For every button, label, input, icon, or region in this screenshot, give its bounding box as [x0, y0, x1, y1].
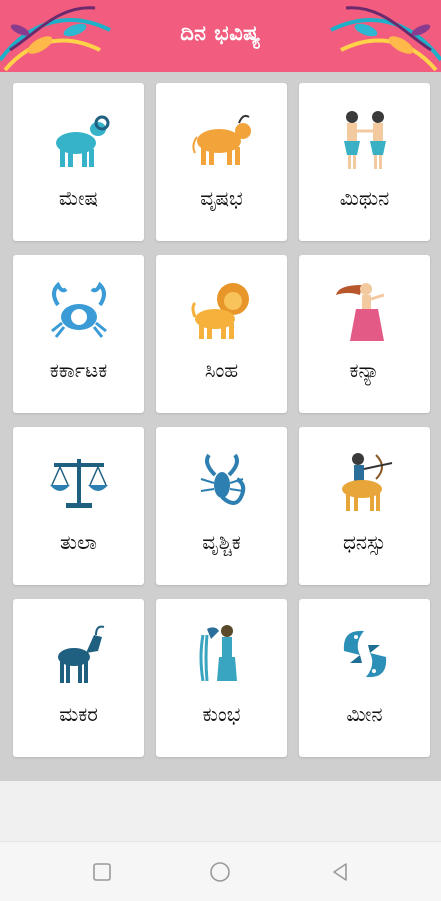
- zodiac-label: ಮೇಷ: [58, 186, 99, 210]
- zodiac-label: ವೃಶ್ಚಿಕ: [202, 530, 241, 554]
- zodiac-card-pisces[interactable]: ಮೀನ: [299, 599, 430, 757]
- zodiac-card-virgo[interactable]: ಕನ್ಯಾ: [299, 255, 430, 413]
- square-icon[interactable]: [90, 860, 114, 884]
- zodiac-card-scorpio[interactable]: ವೃಶ್ಚಿಕ: [156, 427, 287, 585]
- twins-icon: [344, 111, 386, 169]
- zodiac-card-leo[interactable]: ಸಿಂಹ: [156, 255, 287, 413]
- zodiac-label: ತುಲಾ: [60, 530, 97, 554]
- lion-icon: [191, 283, 249, 339]
- scorpion-icon: [200, 453, 246, 505]
- zodiac-grid: ಮೇಷ ವೃಷಭ ಮಿಥುನ ಕರ್ಕಾಟಕ ಸಿಂಹ ಕನ್ಯಾ ತುಲಾ ವ…: [0, 72, 441, 781]
- zodiac-card-libra[interactable]: ತುಲಾ: [13, 427, 144, 585]
- triangle-back-icon[interactable]: [328, 860, 352, 884]
- zodiac-label: ಕನ್ಯಾ: [349, 358, 380, 382]
- page-title: ದಿನ ಭವಿಷ್ಯ: [180, 21, 261, 45]
- zodiac-card-aries[interactable]: ಮೇಷ: [13, 83, 144, 241]
- zodiac-label: ವೃಷಭ: [200, 186, 243, 210]
- goat-icon: [58, 625, 105, 683]
- zodiac-label: ಧನಸ್ಸು: [343, 530, 386, 554]
- zodiac-card-sagittarius[interactable]: ಧನಸ್ಸು: [299, 427, 430, 585]
- maiden-icon: [336, 283, 385, 341]
- archer-icon: [342, 453, 393, 511]
- zodiac-card-aquarius[interactable]: ಕುಂಭ: [156, 599, 287, 757]
- scales-icon: [50, 459, 108, 508]
- zodiac-label: ಮಿಥುನ: [339, 186, 390, 210]
- zodiac-label: ಮಕರ: [59, 702, 98, 726]
- zodiac-label: ಮೀನ: [346, 702, 383, 726]
- bottom-spacer: [0, 781, 441, 841]
- zodiac-label: ಕುಂಭ: [202, 702, 241, 726]
- system-nav-bar: [0, 841, 441, 901]
- zodiac-card-gemini[interactable]: ಮಿಥುನ: [299, 83, 430, 241]
- zodiac-card-capricorn[interactable]: ಮಕರ: [13, 599, 144, 757]
- app-header: ದಿನ ಭವಿಷ್ಯ: [0, 0, 441, 72]
- zodiac-label: ಸಿಂಹ: [204, 358, 239, 382]
- zodiac-card-cancer[interactable]: ಕರ್ಕಾಟಕ: [13, 255, 144, 413]
- bull-icon: [192, 114, 251, 165]
- fish-icon: [343, 630, 387, 678]
- ram-icon: [56, 115, 110, 167]
- crab-icon: [51, 281, 107, 338]
- circle-icon[interactable]: [208, 860, 232, 884]
- zodiac-label: ಕರ್ಕಾಟಕ: [49, 358, 108, 382]
- water-bearer-icon: [199, 625, 237, 682]
- zodiac-card-taurus[interactable]: ವೃಷಭ: [156, 83, 287, 241]
